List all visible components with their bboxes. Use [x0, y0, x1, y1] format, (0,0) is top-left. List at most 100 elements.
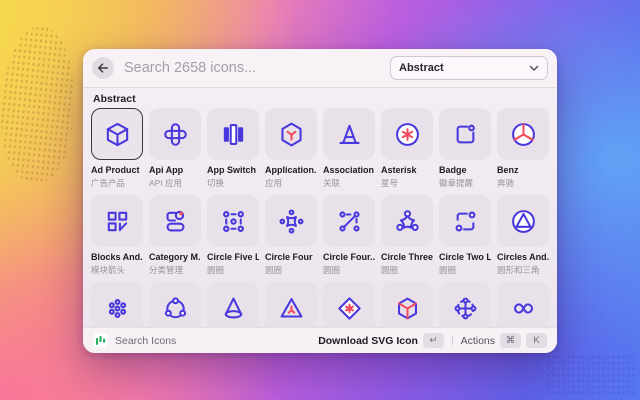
icon-cell: Category M... 分类管理	[149, 195, 201, 276]
triangle-a-icon	[335, 120, 364, 149]
icon-cell: App Switch 切换	[207, 108, 259, 189]
actions-button[interactable]: Actions ⌘ K	[461, 333, 547, 348]
tile-row3-1[interactable]	[91, 282, 143, 327]
chevron-down-icon	[529, 65, 539, 72]
category-pills-icon	[161, 207, 190, 236]
icon-name-zh: 应用	[265, 178, 317, 189]
icon-name: Circle Five L...	[207, 252, 259, 263]
tile-benz[interactable]	[497, 108, 549, 160]
tile-asterisk[interactable]	[381, 108, 433, 160]
tile-circles-and-triangles[interactable]	[497, 195, 549, 247]
icon-search-window: Search 2658 icons... Abstract Abstract A…	[83, 49, 557, 353]
icon-name-zh: 圆圈	[439, 265, 491, 276]
app-switch-panels-icon	[219, 120, 248, 149]
icon-name: Circle Four	[265, 252, 317, 263]
hexagon-y-icon	[277, 120, 306, 149]
category-dropdown-value: Abstract	[399, 62, 444, 74]
icon-cell	[149, 282, 201, 327]
icon-name-zh: 广告产品	[91, 178, 143, 189]
circle-three-icon	[393, 207, 422, 236]
cube-box-icon	[103, 120, 132, 149]
icon-name: Association	[323, 165, 375, 176]
icon-cell: Asterisk 星号	[381, 108, 433, 189]
tile-row3-7[interactable]	[439, 282, 491, 327]
icon-name: Api App	[149, 165, 201, 176]
tile-circle-four[interactable]	[265, 195, 317, 247]
download-svg-button[interactable]: Download SVG Icon ↵	[318, 333, 444, 348]
tile-row3-3[interactable]	[207, 282, 259, 327]
tile-circle-two-line[interactable]	[439, 195, 491, 247]
blocks-arrow-icon	[103, 207, 132, 236]
tile-blocks-and-arrows[interactable]	[91, 195, 143, 247]
icon-name: App Switch	[207, 165, 259, 176]
back-arrow-icon	[97, 62, 109, 74]
tile-application[interactable]	[265, 108, 317, 160]
tile-circle-four-line[interactable]	[323, 195, 375, 247]
icon-name-zh: 切换	[207, 178, 259, 189]
category-dropdown[interactable]: Abstract	[390, 56, 548, 80]
icon-name-zh: 徽章提醒	[439, 178, 491, 189]
benz-star-icon	[509, 120, 538, 149]
command-key-icon: ⌘	[500, 333, 521, 348]
icon-name-zh: 星号	[381, 178, 433, 189]
icon-cell: Blocks And... 模块箭头	[91, 195, 143, 276]
tile-api-app[interactable]	[149, 108, 201, 160]
tile-row3-5[interactable]	[323, 282, 375, 327]
icon-cell	[323, 282, 375, 327]
tile-row3-2[interactable]	[149, 282, 201, 327]
diamond-asterisk-icon	[335, 294, 364, 323]
tile-row3-4[interactable]	[265, 282, 317, 327]
icon-name-zh: 圆形和三角	[497, 265, 549, 276]
connection-nodes-icon	[161, 294, 190, 323]
icon-cell	[497, 282, 549, 327]
icon-cell: Circle Four... 圆圈	[323, 195, 375, 276]
icon-name: Category M...	[149, 252, 201, 263]
icon-name-zh: 圆圈	[381, 265, 433, 276]
search-input[interactable]: Search 2658 icons...	[124, 60, 380, 76]
cross-nodes-icon	[451, 294, 480, 323]
footer-divider: |	[451, 335, 454, 346]
brand-label: Search Icons	[115, 335, 176, 347]
tile-app-switch[interactable]	[207, 108, 259, 160]
back-button[interactable]	[92, 57, 114, 79]
tile-circle-three[interactable]	[381, 195, 433, 247]
infinity-icon	[509, 294, 538, 323]
circle-five-line-icon	[219, 207, 248, 236]
badge-dot-icon	[451, 120, 480, 149]
icon-cell: Application... 应用	[265, 108, 317, 189]
icon-cell	[381, 282, 433, 327]
icon-name-zh: 关联	[323, 178, 375, 189]
tile-row3-8[interactable]	[497, 282, 549, 327]
tile-ad-product[interactable]	[91, 108, 143, 160]
icon-name-zh: API 应用	[149, 178, 201, 189]
enter-key-icon: ↵	[423, 333, 444, 348]
circle-two-line-icon	[451, 207, 480, 236]
cube-3d-icon	[393, 294, 422, 323]
circle-triangle-icon	[509, 207, 538, 236]
tile-association[interactable]	[323, 108, 375, 160]
icon-name: Asterisk	[381, 165, 433, 176]
icon-name: Ad Product	[91, 165, 143, 176]
tile-category-management[interactable]	[149, 195, 201, 247]
k-key-icon: K	[526, 333, 547, 348]
tile-circle-five-line[interactable]	[207, 195, 259, 247]
icon-cell: Association 关联	[323, 108, 375, 189]
icon-name: Circle Three	[381, 252, 433, 263]
icon-cell: Ad Product 广告产品	[91, 108, 143, 189]
circle-four-star-icon	[277, 207, 306, 236]
icon-cell: Circle Two L... 圆圈	[439, 195, 491, 276]
icon-name-zh: 圆圈	[207, 265, 259, 276]
halftone-texture	[0, 23, 82, 185]
iconpark-logo	[93, 333, 108, 348]
icon-cell: Benz 奔驰	[497, 108, 549, 189]
tile-row3-6[interactable]	[381, 282, 433, 327]
icon-name-zh: 模块箭头	[91, 265, 143, 276]
icon-name: Badge	[439, 165, 491, 176]
icon-name-zh: 分类管理	[149, 265, 201, 276]
icon-name: Application...	[265, 165, 317, 176]
search-bar: Search 2658 icons... Abstract	[83, 49, 557, 88]
section-label: Abstract	[93, 94, 549, 105]
circle-four-line-icon	[335, 207, 364, 236]
download-label: Download SVG Icon	[318, 335, 418, 347]
tile-badge[interactable]	[439, 108, 491, 160]
